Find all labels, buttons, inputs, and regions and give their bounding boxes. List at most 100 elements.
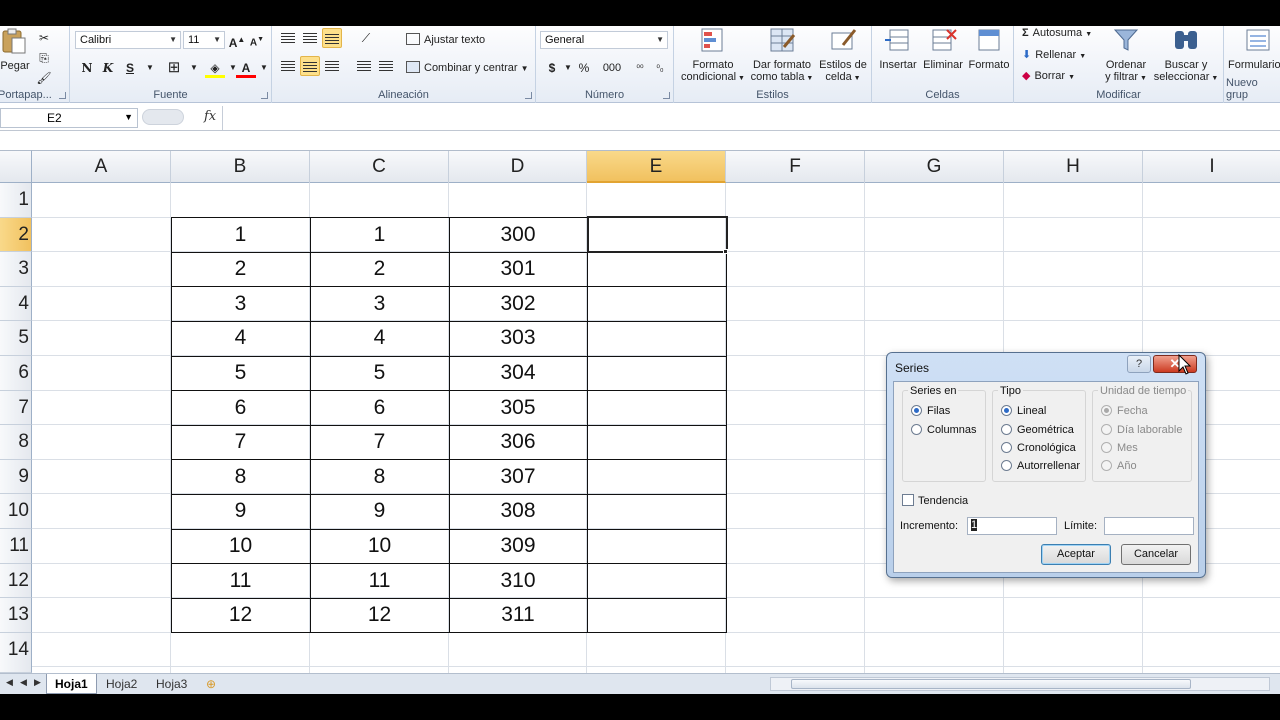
select-all-corner[interactable] [0, 150, 32, 183]
font-size-combo[interactable]: 11 ▼ [183, 31, 225, 49]
new-sheet-icon[interactable]: ⊕ [198, 674, 224, 694]
row-header-12[interactable]: 12 [0, 563, 32, 599]
sort-filter-button[interactable]: Ordenar y filtrar ▼ [1100, 27, 1152, 85]
option-rows[interactable]: Filas [911, 405, 950, 417]
table-cell[interactable]: 12 [310, 598, 449, 633]
table-cell[interactable]: 11 [171, 564, 310, 599]
autosum-button[interactable]: Σ Autosuma ▼ [1022, 27, 1092, 39]
prev-sheet-icon[interactable]: ◀ [20, 677, 27, 688]
option-columns[interactable]: Columnas [911, 424, 977, 436]
cut-icon[interactable]: ✂ [34, 28, 54, 48]
column-header-a[interactable]: A [32, 151, 171, 183]
formula-input[interactable] [222, 106, 1280, 130]
chevron-down-icon[interactable]: ▼ [184, 58, 204, 78]
clear-button[interactable]: ◆ Borrar ▼ [1022, 69, 1075, 82]
italic-button[interactable]: K [98, 58, 118, 78]
option-autofill[interactable]: Autorrellenar [1001, 460, 1080, 472]
paste-button[interactable]: Pegar [0, 28, 30, 72]
table-cell[interactable]: 302 [449, 287, 587, 322]
copy-icon[interactable]: ⎘ [34, 48, 54, 68]
option-geometric[interactable]: Geométrica [1001, 424, 1074, 436]
table-cell[interactable]: 305 [449, 391, 587, 426]
chevron-down-icon[interactable]: ▼ [254, 58, 274, 78]
shrink-font-icon[interactable]: A▼ [247, 30, 267, 50]
increase-decimal-icon[interactable]: ⁰⁰ [630, 58, 650, 78]
number-launcher-icon[interactable] [663, 92, 670, 99]
sheet-tab-hoja1[interactable]: Hoja1 [46, 674, 97, 694]
alignment-launcher-icon[interactable] [525, 92, 532, 99]
column-header-c[interactable]: C [310, 151, 449, 183]
column-header-e[interactable]: E [587, 151, 726, 183]
insert-function-icon[interactable]: fx [204, 109, 216, 124]
row-header-2[interactable]: 2 [0, 217, 32, 253]
table-cell[interactable]: 2 [171, 252, 310, 287]
table-cell[interactable]: 303 [449, 321, 587, 356]
formula-bar-resize-handle[interactable] [142, 109, 184, 125]
format-painter-icon[interactable]: 🖌 [34, 68, 54, 88]
option-linear[interactable]: Lineal [1001, 405, 1046, 417]
cancel-button[interactable]: Cancelar [1121, 544, 1191, 565]
table-cell[interactable]: 11 [310, 564, 449, 599]
table-cell[interactable]: 10 [310, 529, 449, 564]
row-header-14[interactable]: 14 [0, 632, 32, 673]
delete-button[interactable]: Eliminar [920, 27, 966, 71]
table-cell[interactable]: 308 [449, 494, 587, 529]
number-format-combo[interactable]: General ▼ [540, 31, 668, 49]
fill-handle[interactable] [723, 249, 728, 254]
merge-center-button[interactable]: Combinar y centrar ▼ [406, 61, 529, 74]
sheet-tab-hoja2[interactable]: Hoja2 [98, 674, 145, 694]
table-cell[interactable]: 3 [310, 287, 449, 322]
table-cell[interactable]: 9 [171, 494, 310, 529]
column-header-b[interactable]: B [171, 151, 310, 183]
table-cell[interactable]: 8 [171, 460, 310, 495]
row-header-5[interactable]: 5 [0, 321, 32, 356]
next-sheet-icon[interactable]: ▶ [34, 677, 41, 688]
table-cell[interactable]: 9 [310, 494, 449, 529]
bold-button[interactable]: N [77, 58, 97, 78]
row-header-1[interactable]: 1 [0, 183, 32, 218]
table-cell[interactable]: 306 [449, 425, 587, 460]
thousands-button[interactable]: 000 [598, 58, 626, 78]
table-cell[interactable]: 300 [449, 218, 587, 253]
table-cell[interactable]: 4 [171, 321, 310, 356]
find-select-button[interactable]: Buscar y seleccionar ▼ [1152, 27, 1220, 85]
table-cell[interactable]: 10 [171, 529, 310, 564]
increment-input[interactable]: 1 [967, 517, 1057, 535]
table-cell[interactable]: 12 [171, 598, 310, 633]
fill-color-icon[interactable]: ◈ [205, 58, 225, 78]
align-bottom-icon[interactable] [322, 28, 342, 48]
row-header-13[interactable]: 13 [0, 598, 32, 633]
table-cell[interactable]: 7 [310, 425, 449, 460]
align-right-icon[interactable] [322, 56, 342, 76]
table-cell[interactable]: 5 [171, 356, 310, 391]
forms-button[interactable]: Formulario [1228, 27, 1280, 71]
table-cell[interactable]: 6 [171, 391, 310, 426]
name-box[interactable]: E2 ▼ [0, 108, 138, 128]
row-header-9[interactable]: 9 [0, 459, 32, 495]
row-header-10[interactable]: 10 [0, 494, 32, 529]
row-header-8[interactable]: 8 [0, 425, 32, 460]
chevron-down-icon[interactable]: ▼ [140, 58, 160, 78]
table-cell[interactable]: 1 [310, 218, 449, 253]
table-cell[interactable]: 310 [449, 564, 587, 599]
horizontal-scrollbar[interactable] [770, 677, 1270, 691]
row-header-11[interactable]: 11 [0, 529, 32, 564]
table-cell[interactable]: 309 [449, 529, 587, 564]
active-cell-e2[interactable] [587, 216, 728, 253]
table-cell[interactable]: 5 [310, 356, 449, 391]
row-header-7[interactable]: 7 [0, 390, 32, 426]
limit-input[interactable] [1104, 517, 1194, 535]
wrap-text-button[interactable]: Ajustar texto [406, 33, 485, 46]
percent-button[interactable]: % [574, 58, 594, 78]
help-button[interactable]: ? [1127, 355, 1151, 373]
font-name-combo[interactable]: Calibri ▼ [75, 31, 181, 49]
cell-styles-button[interactable]: Estilos de celda ▼ [816, 27, 870, 85]
format-button[interactable]: Formato [966, 27, 1012, 71]
table-cell[interactable]: 2 [310, 252, 449, 287]
table-cell[interactable]: 4 [310, 321, 449, 356]
align-top-icon[interactable] [278, 28, 298, 48]
sheet-tab-hoja3[interactable]: Hoja3 [148, 674, 195, 694]
table-cell[interactable]: 3 [171, 287, 310, 322]
table-cell[interactable]: 301 [449, 252, 587, 287]
fill-button[interactable]: ⬇ Rellenar ▼ [1022, 48, 1086, 61]
